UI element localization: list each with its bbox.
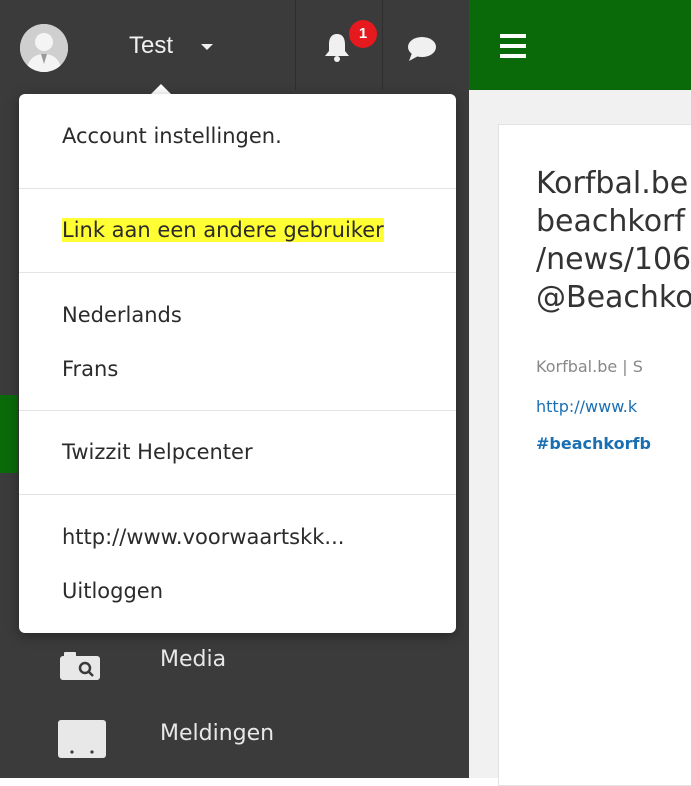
- notification-badge: 1: [349, 20, 377, 48]
- user-menu-toggle[interactable]: Test: [129, 32, 173, 60]
- top-navbar: Test 1: [0, 0, 691, 90]
- media-search-icon: [60, 652, 100, 680]
- sidebar-active-indicator: [0, 395, 18, 473]
- menu-item-french[interactable]: Frans: [19, 349, 456, 389]
- post-source: Korfbal.be | S: [536, 357, 643, 376]
- chevron-down-icon[interactable]: [201, 44, 213, 50]
- menu-item-logout[interactable]: Uitloggen: [19, 571, 456, 611]
- avatar[interactable]: [20, 24, 68, 72]
- menu-divider: [19, 410, 456, 411]
- hamburger-menu-icon[interactable]: [500, 34, 526, 58]
- menu-divider: [19, 494, 456, 495]
- sidebar-item-meldingen[interactable]: Meldingen: [0, 704, 469, 764]
- sidebar-item-label: Media: [160, 647, 227, 672]
- post-title: Korfbal.be beachkorf /news/106 @Beachko: [536, 166, 691, 315]
- chat-bubble-icon[interactable]: [406, 36, 438, 62]
- sidebar-item-label: Meldingen: [160, 721, 275, 746]
- menu-item-helpcenter[interactable]: Twizzit Helpcenter: [19, 432, 456, 472]
- menu-divider: [19, 272, 456, 273]
- sidebar-item-media[interactable]: Media: [0, 630, 469, 690]
- navbar-divider: [382, 0, 383, 90]
- menu-item-account-settings[interactable]: Account instellingen.: [19, 116, 456, 156]
- menu-divider: [19, 188, 456, 189]
- navbar-user-section: [0, 0, 469, 90]
- navbar-divider: [295, 0, 296, 90]
- menu-item-link-user[interactable]: Link aan een andere gebruiker: [19, 210, 456, 250]
- notifications-board-icon: [58, 720, 106, 758]
- post-link[interactable]: http://www.k: [536, 397, 637, 416]
- menu-item-website[interactable]: http://www.voorwaartskk...: [19, 517, 456, 557]
- post-hashtag[interactable]: #beachkorfb: [536, 434, 651, 453]
- menu-item-dutch[interactable]: Nederlands: [19, 295, 456, 335]
- user-dropdown-menu: Account instellingen. Link aan een ander…: [19, 94, 456, 633]
- bell-icon[interactable]: [323, 32, 351, 62]
- user-silhouette-icon: [20, 24, 68, 72]
